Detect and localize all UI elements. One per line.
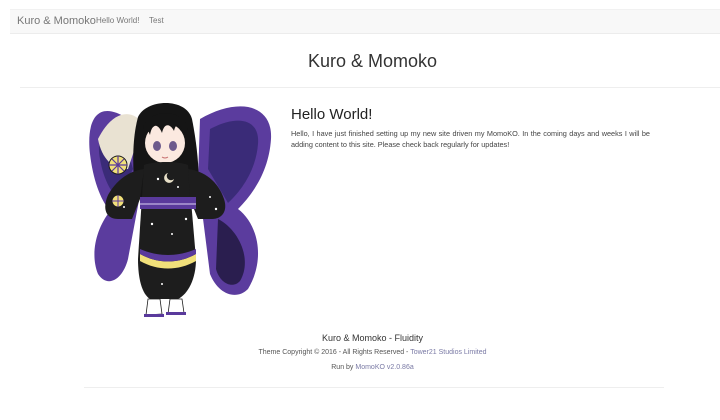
- navbar: Kuro & Momoko Hello World! Test: [10, 9, 720, 34]
- post-body: Hello, I have just finished setting up m…: [291, 129, 650, 149]
- footer-run-by: Run by MomoKO v2.0.86a: [0, 364, 720, 371]
- site-title: Kuro & Momoko: [307, 51, 438, 71]
- footer-title: Kuro & Momoko - Fluidity: [321, 333, 424, 343]
- navbar-brand[interactable]: Kuro & Momoko: [17, 15, 96, 27]
- nav-link-test[interactable]: Test: [149, 16, 164, 25]
- footer-copyright: Theme Copyright © 2016 - All Rights Rese…: [0, 349, 720, 356]
- nav-link-hello-world[interactable]: Hello World!: [96, 16, 139, 25]
- character-illustration: [89, 103, 272, 317]
- copyright-text: Theme Copyright © 2016 - All Rights Rese…: [258, 349, 411, 356]
- copyright-link[interactable]: Tower21 Studios Limited: [410, 349, 486, 356]
- run-by-text: Run by: [331, 364, 356, 371]
- header-divider: [20, 87, 720, 88]
- momoko-version-link[interactable]: MomoKO v2.0.86a: [355, 364, 413, 371]
- footer-divider: [84, 387, 664, 388]
- post-title: Hello World!: [291, 106, 373, 123]
